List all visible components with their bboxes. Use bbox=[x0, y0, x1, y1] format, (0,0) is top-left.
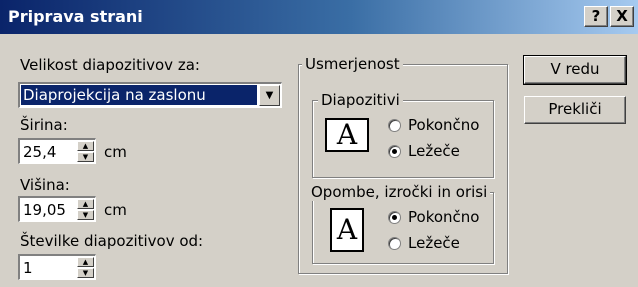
numbering-label: Številke diapozitivov od: bbox=[20, 232, 204, 250]
spin-down-icon[interactable]: ▼ bbox=[77, 210, 94, 220]
height-label: Višina: bbox=[20, 176, 70, 194]
width-spinner[interactable]: 25,4 ▲ ▼ bbox=[18, 138, 96, 164]
notes-landscape-label[interactable]: Ležeče bbox=[408, 234, 460, 252]
notes-group-title: Opombe, izročki in orisi bbox=[308, 183, 491, 201]
notes-landscape-radio[interactable] bbox=[388, 237, 401, 250]
spin-up-icon[interactable]: ▲ bbox=[77, 257, 94, 267]
notes-portrait-label[interactable]: Pokončno bbox=[408, 208, 479, 226]
height-value[interactable]: 19,05 bbox=[23, 200, 66, 220]
spin-up-icon[interactable]: ▲ bbox=[77, 199, 94, 209]
orientation-title: Usmerjenost bbox=[302, 55, 403, 73]
width-value[interactable]: 25,4 bbox=[23, 142, 56, 162]
width-unit: cm bbox=[104, 143, 127, 161]
numbering-value[interactable]: 1 bbox=[23, 258, 33, 278]
ok-button[interactable]: V redu bbox=[523, 55, 627, 85]
slide-size-select[interactable]: Diaprojekcija na zaslonu ▼ bbox=[18, 82, 282, 108]
close-button[interactable]: X bbox=[610, 6, 634, 27]
help-button[interactable]: ? bbox=[584, 6, 608, 27]
slides-landscape-radio[interactable] bbox=[388, 145, 401, 158]
slides-portrait-label[interactable]: Pokončno bbox=[408, 116, 479, 134]
height-unit: cm bbox=[104, 201, 127, 219]
slides-landscape-label[interactable]: Ležeče bbox=[408, 142, 460, 160]
slide-size-label: Velikost diapozitivov za: bbox=[20, 56, 200, 74]
cancel-button[interactable]: Prekliči bbox=[524, 96, 626, 124]
window-title: Priprava strani bbox=[8, 7, 143, 26]
title-bar: Priprava strani ? X bbox=[0, 0, 638, 34]
spin-down-icon[interactable]: ▼ bbox=[77, 268, 94, 278]
spin-down-icon[interactable]: ▼ bbox=[77, 152, 94, 162]
slide-size-selected: Diaprojekcija na zaslonu bbox=[21, 85, 257, 105]
spin-up-icon[interactable]: ▲ bbox=[77, 141, 94, 151]
width-label: Širina: bbox=[20, 116, 68, 134]
slides-group-title: Diapozitivi bbox=[318, 91, 403, 109]
slides-portrait-radio[interactable] bbox=[388, 119, 401, 132]
dropdown-arrow-icon[interactable]: ▼ bbox=[259, 85, 280, 106]
notes-portrait-radio[interactable] bbox=[388, 211, 401, 224]
numbering-spinner[interactable]: 1 ▲ ▼ bbox=[18, 254, 96, 280]
height-spinner[interactable]: 19,05 ▲ ▼ bbox=[18, 196, 96, 222]
landscape-page-icon: A bbox=[325, 118, 369, 152]
portrait-page-icon: A bbox=[330, 208, 364, 252]
